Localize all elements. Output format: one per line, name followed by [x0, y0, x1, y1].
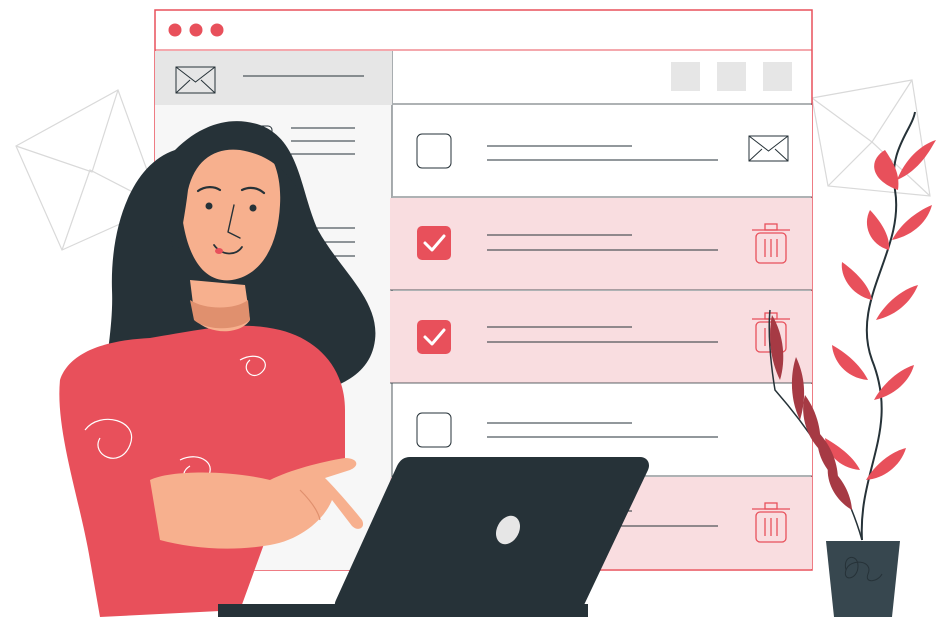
window-control-dot[interactable]	[189, 23, 203, 37]
plant-pot	[826, 541, 900, 617]
toolbar-button[interactable]	[763, 62, 792, 91]
toolbar-button[interactable]	[717, 62, 746, 91]
mail-row-2[interactable]	[390, 198, 812, 291]
illustration-stage	[0, 0, 937, 617]
email-management-illustration	[15, 9, 936, 617]
mail-row-1[interactable]	[393, 105, 812, 198]
mail-row-3[interactable]	[390, 291, 812, 384]
window-control-dot[interactable]	[210, 23, 224, 37]
background-envelope-right	[811, 79, 931, 197]
window-control-dot[interactable]	[168, 23, 182, 37]
toolbar-button[interactable]	[671, 62, 700, 91]
row-checkbox[interactable]	[416, 133, 452, 169]
row-checkbox-checked[interactable]	[417, 226, 451, 260]
row-checkbox-checked[interactable]	[417, 320, 451, 354]
row-checkbox[interactable]	[416, 412, 452, 448]
